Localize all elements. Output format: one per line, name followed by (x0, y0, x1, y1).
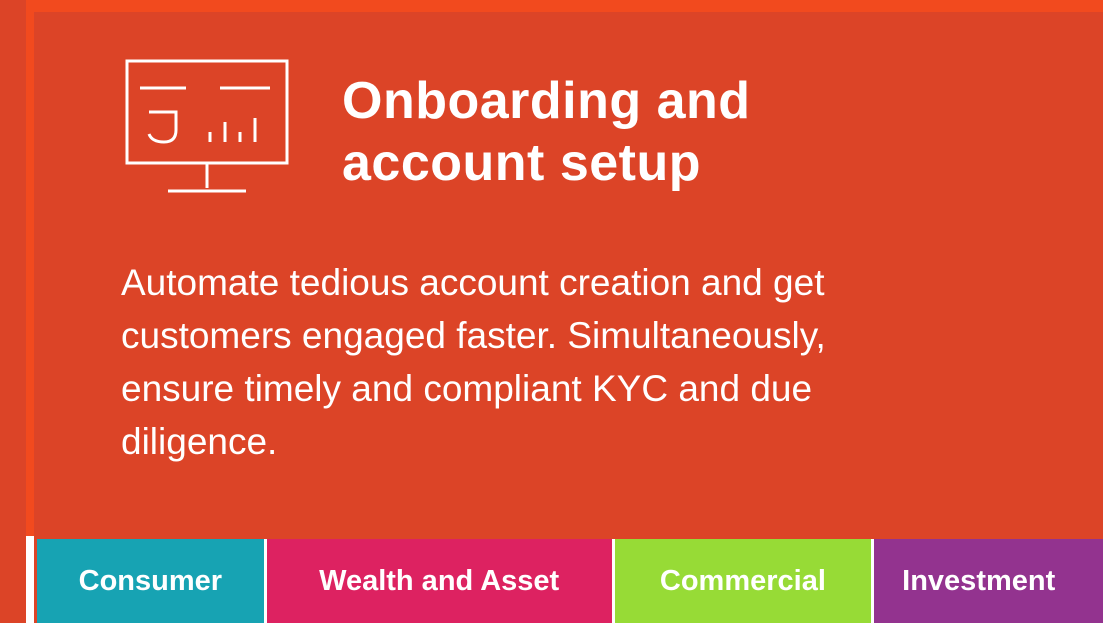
tab-consumer[interactable]: Consumer (37, 539, 264, 623)
screenshot-stage: Onboarding and account setup Automate te… (0, 0, 1103, 623)
gauge-symbol (147, 110, 178, 144)
tab-investment[interactable]: Investment (874, 539, 1103, 623)
tab-commercial[interactable]: Commercial (614, 539, 872, 623)
card-title-line-1: Onboarding and (342, 72, 751, 130)
tab-wealth-and-asset[interactable]: Wealth and Asset (266, 539, 612, 623)
description-line-3: ensure timely and compliant KYC and due (121, 368, 813, 409)
monitor-chart-icon (125, 59, 289, 193)
category-tab-bar: Consumer Wealth and Asset Commercial Inv… (37, 539, 1103, 623)
card-title: Onboarding and account setup (342, 70, 751, 194)
card-title-line-2: account setup (342, 134, 701, 192)
description-line-2: customers engaged faster. Simultaneously… (121, 315, 826, 356)
left-adjacent-panel (0, 0, 26, 623)
description-line-1: Automate tedious account creation and ge… (121, 262, 825, 303)
description-line-4: diligence. (121, 421, 278, 462)
card-description: Automate tedious account creation and ge… (121, 256, 1021, 468)
